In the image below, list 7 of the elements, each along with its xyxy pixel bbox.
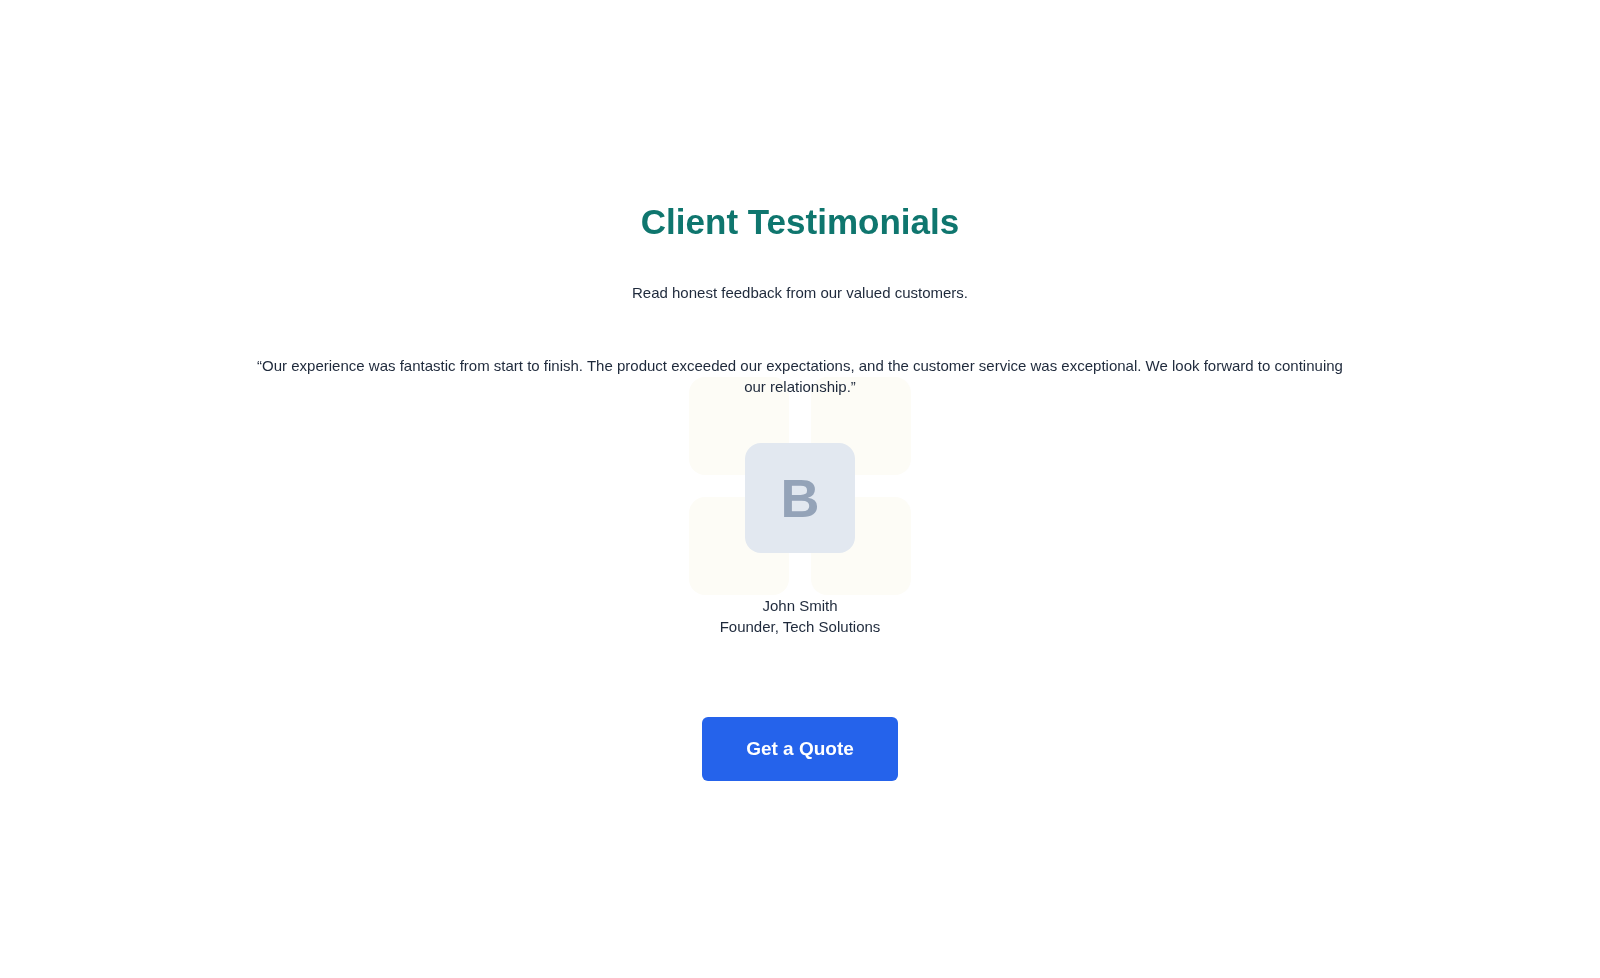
section-subheading: Read honest feedback from our valued customers.: [632, 283, 968, 303]
section-heading: Client Testimonials: [640, 201, 960, 243]
get-quote-button[interactable]: Get a Quote: [702, 717, 898, 781]
avatar: B: [745, 443, 855, 553]
client-role: Founder, Tech Solutions: [719, 617, 881, 637]
client-name: John Smith: [762, 596, 838, 616]
testimonial-quote: “Our experience was fantastic from start to finish. The product exceeded our expectations, and the customer service was exceptional. We look forward to continuing our relationship.”: [256, 356, 1344, 397]
